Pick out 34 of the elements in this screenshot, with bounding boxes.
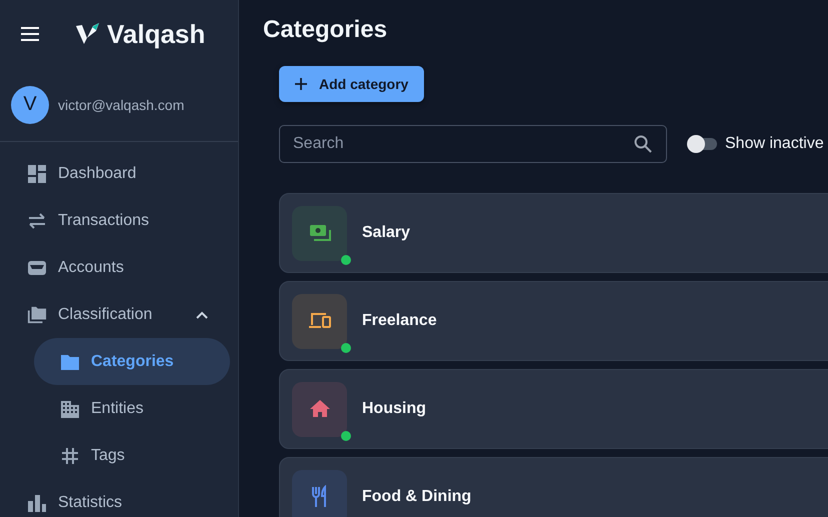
logo-icon bbox=[75, 22, 101, 46]
user-email: victor@valqash.com bbox=[58, 96, 184, 112]
avatar: V bbox=[11, 86, 49, 124]
plus-icon bbox=[295, 78, 307, 90]
nav-item[interactable]: Accounts bbox=[0, 244, 238, 291]
category-name: Housing bbox=[362, 400, 426, 418]
toggle-label: Show inactive bbox=[725, 135, 824, 153]
category-card[interactable]: Freelance bbox=[279, 281, 828, 361]
add-category-button[interactable]: Add category bbox=[279, 66, 424, 102]
nav-item[interactable]: Classification bbox=[0, 291, 238, 338]
nav-item[interactable]: Transactions bbox=[0, 197, 238, 244]
category-name: Freelance bbox=[362, 312, 437, 330]
toggle-switch[interactable] bbox=[689, 138, 717, 150]
app-name: Valqash bbox=[107, 18, 206, 50]
dashboard-icon bbox=[27, 164, 47, 184]
search-icon bbox=[633, 134, 653, 154]
nav-item[interactable]: Entities bbox=[0, 385, 238, 432]
category-name: Salary bbox=[362, 224, 410, 242]
menu-icon[interactable] bbox=[21, 27, 39, 41]
building-icon bbox=[60, 398, 80, 418]
arrows-icon bbox=[27, 210, 47, 230]
category-name: Food & Dining bbox=[362, 488, 472, 506]
bar-chart-icon bbox=[27, 492, 47, 512]
nav-item[interactable]: Statistics bbox=[0, 479, 238, 517]
category-card[interactable]: Salary bbox=[279, 193, 828, 273]
category-card[interactable]: Food & Dining bbox=[279, 457, 828, 517]
category-card[interactable]: Housing bbox=[279, 369, 828, 449]
nav-item[interactable]: Categories bbox=[34, 338, 230, 385]
nav-item[interactable]: Dashboard bbox=[0, 150, 238, 197]
nav-item[interactable]: Tags bbox=[0, 432, 238, 479]
folders-icon bbox=[27, 304, 47, 324]
search-field[interactable]: Search bbox=[279, 125, 667, 163]
hash-icon bbox=[60, 446, 80, 466]
page-title: Categories bbox=[263, 16, 388, 44]
